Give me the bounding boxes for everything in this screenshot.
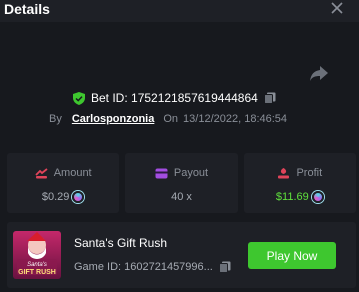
coin-icon [72, 191, 85, 203]
copy-icon[interactable] [218, 261, 231, 273]
share-icon[interactable] [309, 64, 329, 82]
by-label: By [49, 113, 62, 125]
profit-label: Profit [296, 167, 323, 179]
page-title: Details [4, 1, 50, 17]
payout-value: 40 x [171, 191, 192, 203]
game-thumbnail-art: Santa's GIFT RUSH [13, 231, 61, 279]
payout-icon [155, 168, 168, 178]
bet-id-text: Bet ID: 1752121857619444864 [91, 91, 258, 105]
close-icon[interactable] [329, 0, 345, 16]
game-id-text: Game ID: 1602721457996... [74, 261, 213, 273]
details-header: Details [0, 0, 359, 22]
game-id-row: Game ID: 1602721457996... [74, 260, 231, 274]
amount-icon [35, 167, 48, 178]
bet-meta-row: By Carlosponzonia On 13/12/2022, 18:46:5… [49, 111, 287, 127]
game-thumbnail[interactable]: Santa's GIFT RUSH [13, 231, 61, 279]
svg-text:Santa's: Santa's [27, 262, 47, 268]
amount-value: $0.29 [41, 191, 70, 203]
stats-row: Amount $0.29 Payout 40 x Profit $11.69 [7, 153, 356, 213]
profit-value: $11.69 [275, 191, 309, 203]
amount-label: Amount [53, 167, 92, 179]
copy-icon[interactable] [263, 92, 276, 104]
payout-label: Payout [173, 167, 209, 179]
on-label: On [163, 113, 179, 125]
verified-shield-icon [73, 91, 85, 105]
game-card: Santa's GIFT RUSH Santa's Gift Rush Game… [7, 222, 356, 288]
play-now-button[interactable]: Play Now [248, 242, 336, 269]
profit-card: Profit $11.69 [243, 153, 356, 213]
amount-card: Amount $0.29 [7, 153, 120, 213]
svg-text:GIFT RUSH: GIFT RUSH [18, 269, 56, 276]
payout-card: Payout 40 x [125, 153, 238, 213]
username-link[interactable]: Carlosponzonia [72, 113, 155, 125]
bet-datetime: 13/12/2022, 18:46:54 [183, 113, 288, 125]
coin-icon [311, 191, 324, 203]
game-name[interactable]: Santa's Gift Rush [74, 236, 167, 250]
bet-id-row: Bet ID: 1752121857619444864 [73, 90, 276, 106]
profit-icon [278, 167, 290, 178]
